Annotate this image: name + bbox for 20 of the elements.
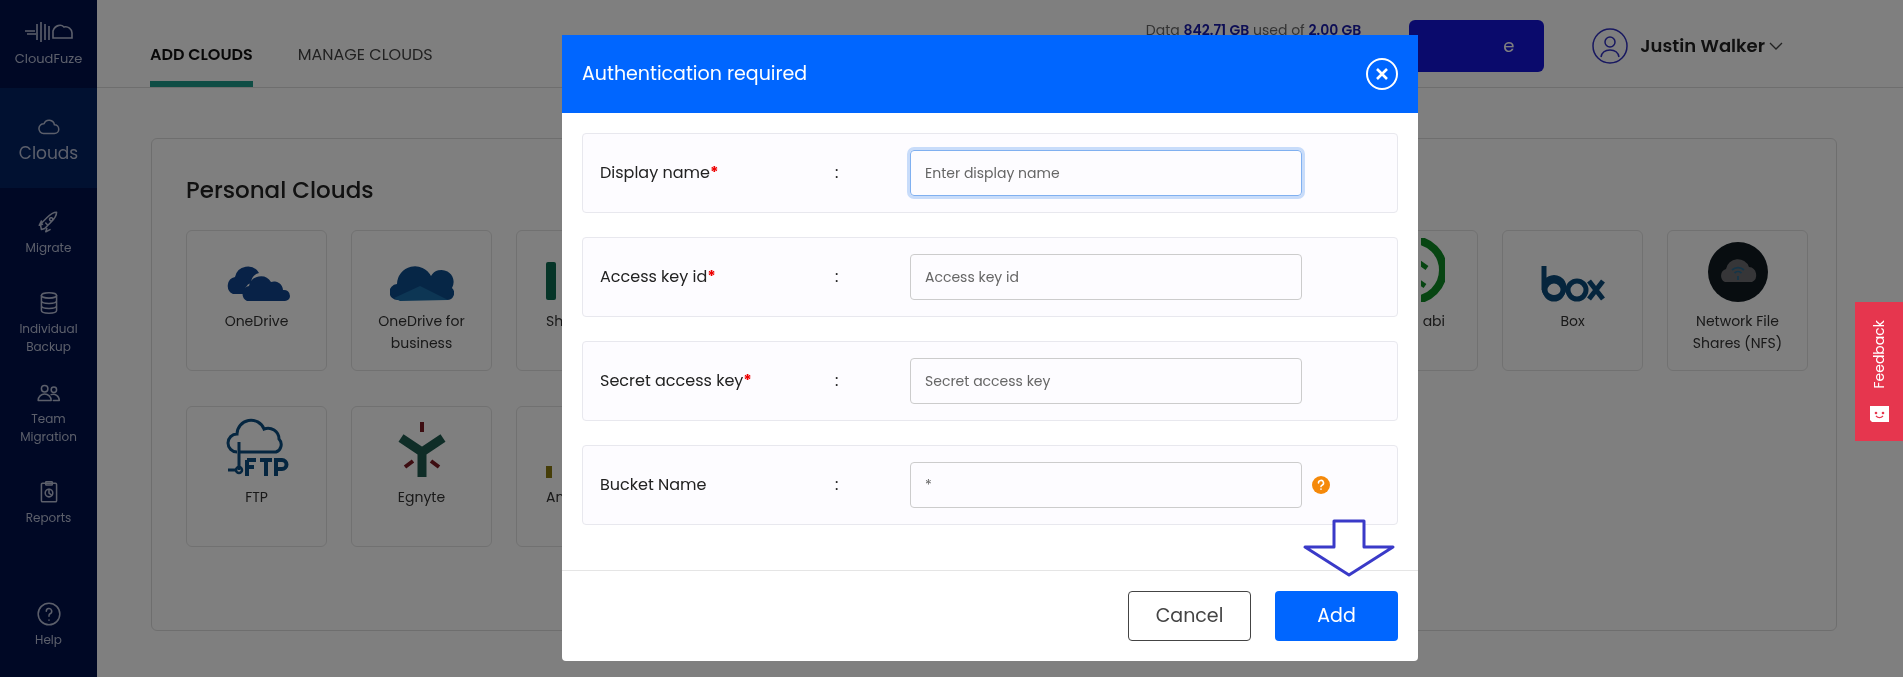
field-label: Bucket Name bbox=[600, 473, 708, 497]
cloud-name: OneDrive for business bbox=[377, 309, 466, 354]
cloud-name: OneDrive bbox=[223, 309, 290, 332]
cloud-name: FTP bbox=[244, 485, 269, 508]
storage-usage: Data 842.71 GB used of 2.00 GB bbox=[1145, 20, 1362, 41]
cloud-name: abi bbox=[1422, 309, 1445, 332]
field-separator: : bbox=[835, 265, 840, 289]
panel-title: Personal Clouds bbox=[186, 173, 374, 208]
brand-name: CloudFuze bbox=[14, 49, 83, 69]
field-label: Display name* bbox=[600, 161, 720, 185]
field-separator: : bbox=[835, 161, 840, 185]
field-separator: : bbox=[835, 369, 840, 393]
cloud-name: Sh bbox=[546, 309, 564, 332]
cloud-name: Egnyte bbox=[396, 485, 447, 508]
dialog-title: Authentication required bbox=[582, 59, 808, 89]
cloud-name: Box bbox=[1559, 309, 1586, 332]
cloud-name: Network File Shares (NFS) bbox=[1691, 309, 1784, 354]
field-separator: : bbox=[835, 473, 840, 497]
field-label: Access key id* bbox=[600, 265, 717, 289]
field-label: Secret access key* bbox=[600, 369, 753, 393]
